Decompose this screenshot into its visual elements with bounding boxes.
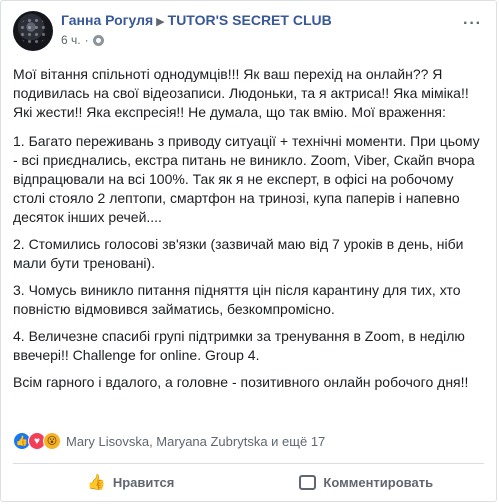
avatar[interactable] (13, 11, 53, 51)
thumbs-up-icon: 👍 (87, 474, 106, 491)
more-options-icon[interactable]: ··· (463, 15, 482, 33)
comment-button[interactable]: Комментировать (249, 474, 485, 490)
audience-icon[interactable] (92, 34, 104, 46)
post-paragraph: 4. Величезне спасибі групі підтримки за … (13, 328, 465, 363)
post-time[interactable]: 6 ч. (61, 33, 81, 47)
wow-icon: 😮 (43, 432, 61, 450)
comment-icon (299, 474, 317, 490)
reaction-names[interactable]: Mary Lisovska, Maryana Zubrytska и ещё 1… (66, 434, 325, 449)
group-name[interactable]: TUTOR'S SECRET CLUB (168, 12, 332, 28)
like-button[interactable]: 👍 Нравится (13, 473, 249, 491)
reactions-summary[interactable]: 👍 ♥ 😮 Mary Lisovska, Maryana Zubrytska и… (13, 432, 325, 450)
author-line: Ганна Рогуля ▶ TUTOR'S SECRET CLUB (61, 12, 332, 28)
post-paragraph: 2. Стомились голосові зв'язки (зазвичай … (13, 236, 464, 271)
post-paragraph: 3. Чомусь виникло питання підняття цін п… (13, 282, 461, 317)
group-arrow-icon: ▶ (156, 16, 165, 28)
post-paragraph: 1. Багато переживань з приводу ситуації … (13, 133, 480, 225)
meta-separator: · (84, 33, 89, 47)
comment-label: Комментировать (323, 474, 434, 490)
post-body: Мої вітання спільноті однодумців!!! Як в… (13, 65, 485, 400)
post-actions: 👍 Нравится Комментировать (13, 464, 484, 500)
like-label: Нравится (112, 474, 175, 490)
post-header: Ганна Рогуля ▶ TUTOR'S SECRET CLUB 6 ч. · (13, 11, 332, 51)
header-text: Ганна Рогуля ▶ TUTOR'S SECRET CLUB 6 ч. · (61, 12, 332, 51)
post-meta: 6 ч. · (61, 33, 332, 47)
post-paragraph: Всім гарного і вдалого, а головне - пози… (13, 374, 469, 390)
post-card: Ганна Рогуля ▶ TUTOR'S SECRET CLUB 6 ч. · … (0, 0, 497, 502)
author-name[interactable]: Ганна Рогуля (61, 12, 153, 28)
post-paragraph: Мої вітання спільноті однодумців!!! Як в… (13, 66, 469, 120)
